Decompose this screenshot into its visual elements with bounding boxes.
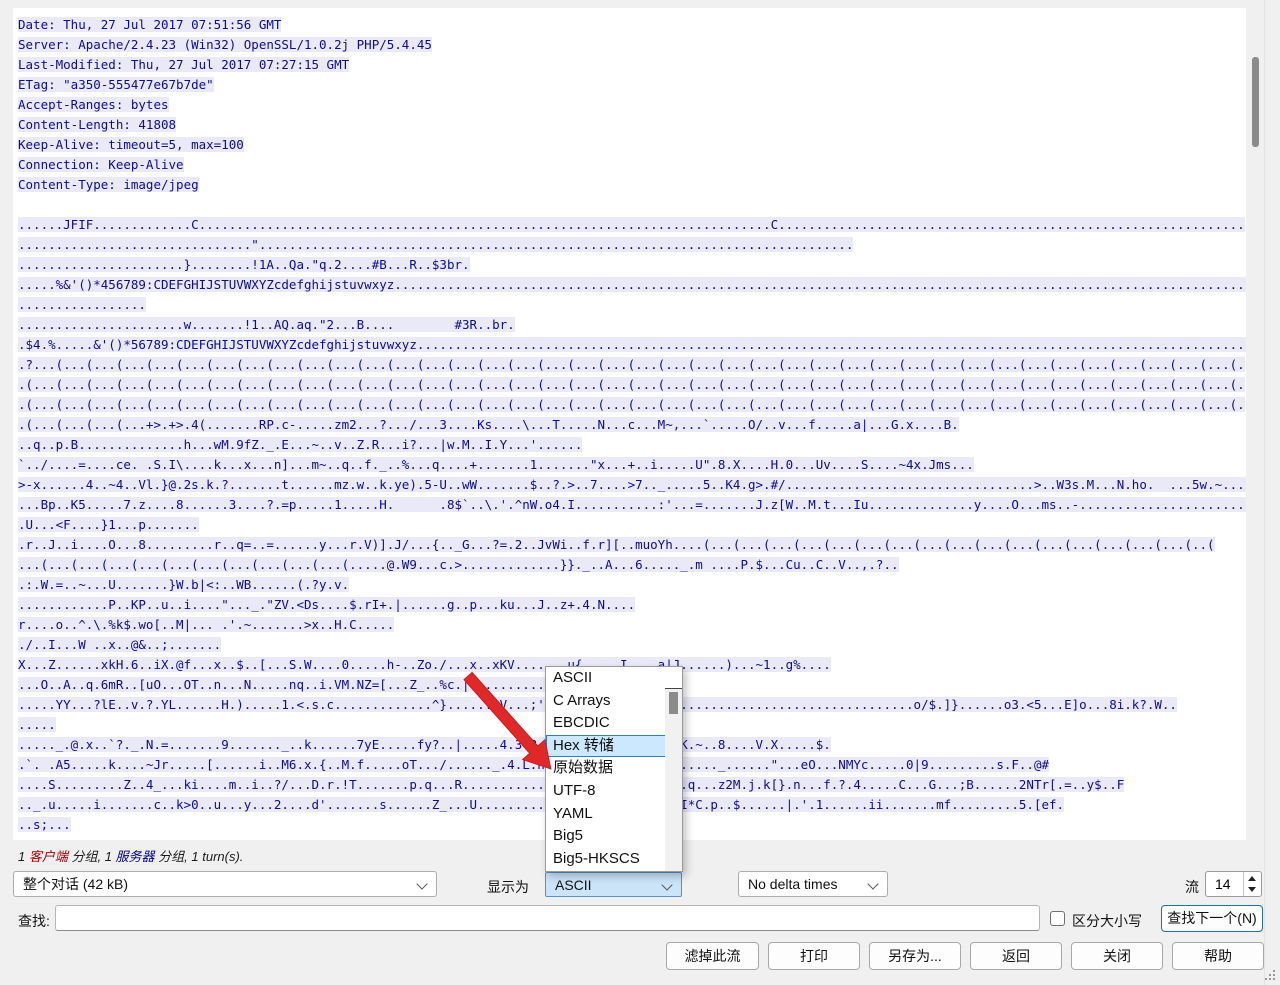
dropdown-item-yaml[interactable]: YAML bbox=[546, 803, 682, 826]
dropdown-item-ebcdic[interactable]: EBCDIC bbox=[546, 712, 682, 735]
stream-line: ...Bp..K5.....7.z....8......3....?.=p...… bbox=[18, 495, 1246, 515]
stream-line: Accept-Ranges: bytes bbox=[18, 95, 1246, 115]
find-next-button[interactable]: 查找下一个(N) bbox=[1161, 905, 1263, 932]
stream-line: ..q..p.B..............h...wM.9fZ._.E...~… bbox=[18, 435, 1246, 455]
stream-line: Content-Type: image/jpeg bbox=[18, 175, 1246, 195]
window-edge bbox=[1264, 0, 1265, 985]
stream-line: Content-Length: 41808 bbox=[18, 115, 1246, 135]
chevron-down-icon bbox=[661, 879, 672, 890]
stats-client: 客户端 bbox=[29, 849, 68, 864]
stream-line: .$4.%.....&'()*56789:CDEFGHIJSTUVWXYZcde… bbox=[18, 335, 1246, 355]
dropdown-item-big5-hkscs[interactable]: Big5-HKSCS bbox=[546, 848, 682, 871]
stream-line: .r..J..i....O...8.........r..q=..=......… bbox=[18, 535, 1246, 555]
stream-line: .U...<F....}1...p....... bbox=[18, 515, 1246, 535]
dropdown-item-raw-data[interactable]: 原始数据 bbox=[546, 757, 682, 780]
stream-line: ./..I...W ..x..@&..;....... bbox=[18, 635, 1246, 655]
stream-line: ................. bbox=[18, 295, 1246, 315]
stats-text: 1 bbox=[18, 849, 29, 864]
conversation-select-value: 整个对话 (42 kB) bbox=[23, 876, 128, 892]
stream-line: .(...(...(...(...+>.+>.4(.......RP.c-...… bbox=[18, 415, 1246, 435]
stream-line: ......JFIF.............C................… bbox=[18, 215, 1246, 235]
find-input[interactable] bbox=[55, 905, 1040, 931]
dropdown-item-ascii[interactable]: ASCII bbox=[546, 667, 682, 690]
stream-line: Date: Thu, 27 Jul 2017 07:51:56 GMT bbox=[18, 15, 1246, 35]
dropdown-scrollbar[interactable] bbox=[665, 688, 682, 871]
back-button[interactable]: 返回 bbox=[970, 942, 1062, 970]
conversation-select[interactable]: 整个对话 (42 kB) bbox=[13, 871, 437, 897]
case-sensitive-checkbox[interactable] bbox=[1050, 911, 1065, 926]
stream-line: `../....=....ce. .S.I\....k...x...n]...m… bbox=[18, 455, 1246, 475]
delta-times-select[interactable]: No delta times bbox=[738, 871, 888, 897]
stream-number-value: 14 bbox=[1215, 876, 1231, 892]
stats-text: 分组, 1 bbox=[68, 849, 116, 864]
chevron-down-icon bbox=[416, 878, 427, 889]
spinner-down-button[interactable] bbox=[1244, 884, 1261, 896]
stream-number-spinner[interactable]: 14 bbox=[1205, 871, 1262, 897]
save-as-button[interactable]: 另存为... bbox=[869, 942, 961, 970]
stream-line: ETag: "a350-555477e67b7de" bbox=[18, 75, 1246, 95]
dropdown-item-big5[interactable]: Big5 bbox=[546, 825, 682, 848]
stream-line: ..............................."........… bbox=[18, 235, 1246, 255]
find-label: 查找: bbox=[18, 911, 50, 931]
http-headers-block: Date: Thu, 27 Jul 2017 07:51:56 GMTServe… bbox=[18, 15, 1246, 195]
stream-line: ......................w.......!1..AQ.aq.… bbox=[18, 315, 1246, 335]
stream-line: .:.W.=..~...U.......}W.b|<:..WB......(.?… bbox=[18, 575, 1246, 595]
stream-line: Keep-Alive: timeout=5, max=100 bbox=[18, 135, 1246, 155]
dropdown-scrollbar-thumb[interactable] bbox=[669, 692, 678, 714]
case-sensitive-label: 区分大小写 bbox=[1072, 911, 1142, 931]
arrow-up-icon bbox=[1248, 876, 1256, 881]
stats-text: 分组, 1 turn(s). bbox=[155, 849, 244, 864]
stream-line: ...(...(...(...(...(...(...(...(...(...(… bbox=[18, 555, 1246, 575]
dropdown-item-hex-dump[interactable]: Hex 转储 bbox=[546, 735, 682, 758]
stream-line: ......................}........!1A..Qa."… bbox=[18, 255, 1246, 275]
spinner-buttons bbox=[1243, 872, 1261, 896]
stream-line: >-x......4..~4..Vl.}@.2s.k.?.......t....… bbox=[18, 475, 1246, 495]
stream-line: Connection: Keep-Alive bbox=[18, 155, 1246, 175]
chevron-down-icon bbox=[867, 878, 878, 889]
delta-times-value: No delta times bbox=[748, 876, 837, 892]
show-as-dropdown-popup: ASCII C Arrays EBCDIC Hex 转储 原始数据 UTF-8 … bbox=[545, 666, 683, 872]
stream-line: .(...(...(...(...(...(...(...(...(...(..… bbox=[18, 375, 1246, 395]
scrollbar-thumb[interactable] bbox=[1252, 57, 1259, 147]
stream-label: 流 bbox=[1185, 877, 1199, 897]
dropdown-item-c-arrays[interactable]: C Arrays bbox=[546, 690, 682, 713]
show-as-select[interactable]: ASCII bbox=[545, 872, 682, 897]
arrow-down-icon bbox=[1248, 887, 1256, 892]
stream-line: r....o..^.\.%k$.wo[..M|... .'.~.......>x… bbox=[18, 615, 1246, 635]
show-as-label: 显示为 bbox=[487, 877, 529, 897]
spinner-up-button[interactable] bbox=[1244, 872, 1261, 884]
show-as-select-value: ASCII bbox=[555, 877, 592, 893]
stream-line: .(...(...(...(...(...(...(...(...(...(..… bbox=[18, 395, 1246, 415]
help-button[interactable]: 帮助 bbox=[1172, 942, 1264, 970]
stream-line: Server: Apache/2.4.23 (Win32) OpenSSL/1.… bbox=[18, 35, 1246, 55]
print-button[interactable]: 打印 bbox=[768, 942, 860, 970]
stream-line: ............P..KP..u..i...."..._."ZV.<Ds… bbox=[18, 595, 1246, 615]
stream-line: .....%&'()*456789:CDEFGHIJSTUVWXYZcdefgh… bbox=[18, 275, 1246, 295]
stats-server: 服务器 bbox=[116, 849, 155, 864]
dropdown-item-utf8[interactable]: UTF-8 bbox=[546, 780, 682, 803]
stream-line: .?...(...(...(...(...(...(...(...(...(..… bbox=[18, 355, 1246, 375]
stream-scrollbar[interactable] bbox=[1248, 8, 1262, 840]
filter-out-stream-button[interactable]: 滤掉此流 bbox=[666, 942, 759, 970]
stream-stats: 1 客户端 分组, 1 服务器 分组, 1 turn(s). bbox=[18, 846, 243, 865]
stream-line: Last-Modified: Thu, 27 Jul 2017 07:27:15… bbox=[18, 55, 1246, 75]
resize-grip[interactable] bbox=[1264, 969, 1275, 980]
close-button[interactable]: 关闭 bbox=[1071, 942, 1163, 970]
